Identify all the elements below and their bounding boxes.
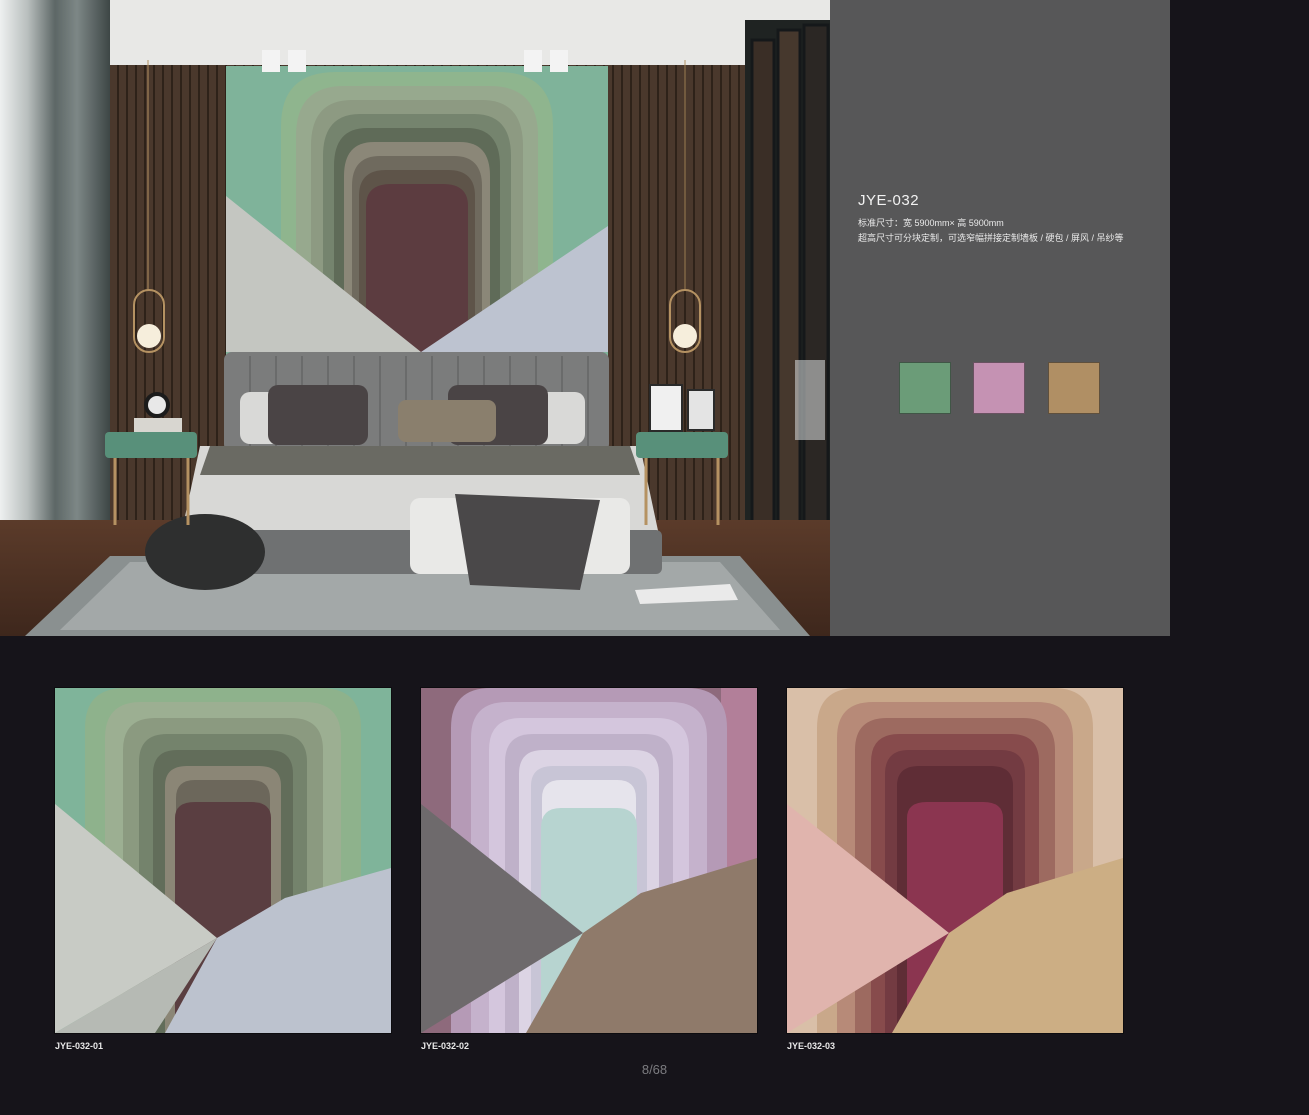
product-spec-options: 超高尺寸可分块定制，可选窄幅拼接定制墙板 / 硬包 / 屏风 / 吊纱等 — [858, 233, 1124, 243]
swatch-pink[interactable] — [973, 362, 1025, 414]
product-code-title: JYE-032 — [858, 192, 920, 209]
variant-label-02: JYE-032-02 — [421, 1041, 470, 1051]
swatch-tan[interactable] — [1048, 362, 1100, 414]
variant-thumbnail-02[interactable] — [421, 688, 757, 1033]
swatch-green[interactable] — [899, 362, 951, 414]
page-indicator: 8/68 — [641, 1062, 668, 1077]
bedroom-scene-image — [0, 0, 830, 636]
variant-label-01: JYE-032-01 — [55, 1041, 104, 1051]
variant-thumbnail-03[interactable] — [787, 688, 1123, 1033]
product-info-panel: JYE-032 标准尺寸：宽 5900mm× 高 5900mm 超高尺寸可分块定… — [830, 0, 1170, 636]
variant-label-03: JYE-032-03 — [787, 1041, 836, 1051]
variant-thumbnail-01[interactable] — [55, 688, 391, 1033]
product-spec-size: 标准尺寸：宽 5900mm× 高 5900mm — [858, 218, 1004, 228]
